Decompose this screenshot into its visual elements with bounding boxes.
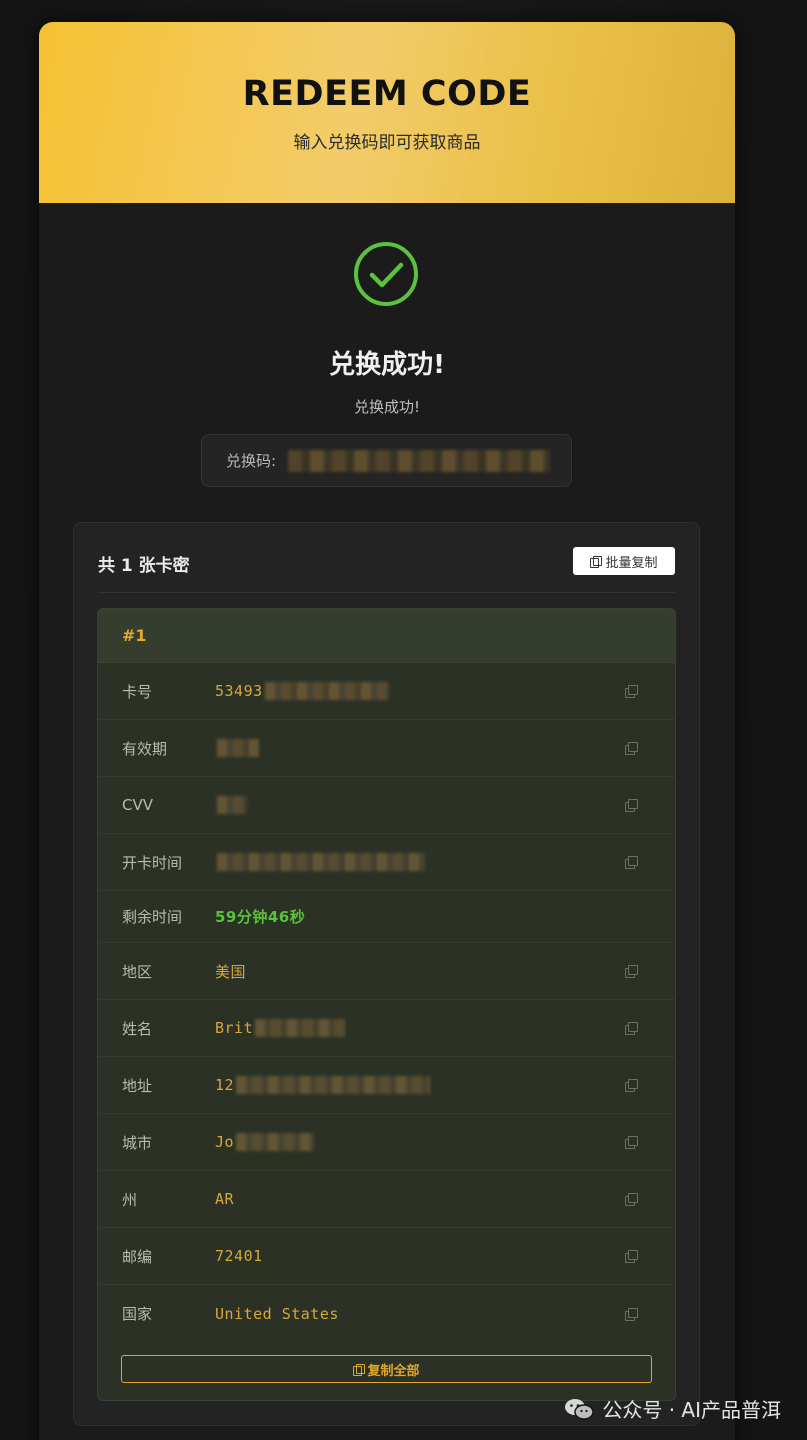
row-value-text: Brit bbox=[215, 1019, 254, 1037]
redacted-block bbox=[264, 682, 389, 700]
copy-all-label: 复制全部 bbox=[367, 1363, 420, 1379]
row-label: 邮编 bbox=[122, 1247, 153, 1266]
row-label: 开卡时间 bbox=[122, 853, 183, 872]
copy-icon bbox=[590, 555, 603, 568]
row-region: 地区 美国 bbox=[98, 943, 675, 1000]
row-label: 地址 bbox=[122, 1076, 153, 1095]
row-value bbox=[215, 739, 259, 757]
copy-icon[interactable] bbox=[625, 1136, 638, 1149]
redacted-block bbox=[217, 796, 247, 814]
redacted-block bbox=[236, 1076, 431, 1094]
row-label: 城市 bbox=[122, 1133, 153, 1152]
row-state: 州 AR bbox=[98, 1171, 675, 1228]
row-value-text: 12 bbox=[215, 1076, 235, 1094]
row-value-text: Jo bbox=[215, 1133, 235, 1151]
check-circle-icon bbox=[354, 242, 418, 306]
card-item-index: #1 bbox=[98, 609, 675, 663]
row-value bbox=[215, 796, 247, 814]
row-name: 姓名 Brit bbox=[98, 1000, 675, 1057]
row-value-text: 53493 bbox=[215, 682, 263, 700]
page-subtitle: 输入兑换码即可获取商品 bbox=[293, 133, 481, 153]
row-country: 国家 United States bbox=[98, 1285, 675, 1342]
row-remaining-time: 剩余时间 59分钟46秒 bbox=[98, 891, 675, 943]
card-item: #1 卡号 53493 有效期 CVV 开卡时间 剩余时间 59分钟46秒 地区… bbox=[97, 608, 676, 1401]
row-expiry: 有效期 bbox=[98, 720, 675, 777]
copy-icon[interactable] bbox=[625, 965, 638, 978]
redacted-block bbox=[236, 1133, 315, 1151]
batch-copy-button[interactable]: 批量复制 bbox=[573, 547, 675, 575]
copy-icon[interactable] bbox=[625, 1022, 638, 1035]
card-list-panel: 共 1 张卡密 批量复制 #1 卡号 53493 有效期 CVV 开卡时间 剩余… bbox=[73, 522, 700, 1426]
success-title: 兑换成功! bbox=[329, 350, 445, 380]
row-label: 姓名 bbox=[122, 1019, 153, 1038]
row-open-time: 开卡时间 bbox=[98, 834, 675, 891]
watermark-text: 公众号 · AI产品普洱 bbox=[602, 1398, 781, 1422]
page-title: REDEEM CODE bbox=[242, 74, 532, 114]
panel-title: 共 1 张卡密 bbox=[98, 556, 190, 576]
redacted-block bbox=[255, 1019, 346, 1037]
row-card-number: 卡号 53493 bbox=[98, 663, 675, 720]
row-city: 城市 Jo bbox=[98, 1114, 675, 1171]
row-cvv: CVV bbox=[98, 777, 675, 834]
row-value: 12 bbox=[215, 1076, 431, 1094]
row-value: Jo bbox=[215, 1133, 315, 1151]
copy-icon[interactable] bbox=[625, 856, 638, 869]
row-label: 卡号 bbox=[122, 682, 153, 701]
row-label: 地区 bbox=[122, 962, 153, 981]
row-value: Brit bbox=[215, 1019, 346, 1037]
row-value: 72401 bbox=[215, 1247, 263, 1265]
remaining-time-value: 59分钟46秒 bbox=[215, 908, 306, 926]
row-label: 国家 bbox=[122, 1305, 153, 1323]
row-label: CVV bbox=[122, 796, 153, 814]
header-banner: REDEEM CODE 输入兑换码即可获取商品 bbox=[39, 22, 735, 203]
row-value: United States bbox=[215, 1304, 339, 1323]
wechat-icon bbox=[565, 1398, 595, 1420]
code-value-redacted bbox=[288, 449, 551, 472]
row-label: 州 bbox=[122, 1190, 138, 1209]
copy-icon[interactable] bbox=[625, 1307, 638, 1321]
redacted-block bbox=[217, 739, 259, 757]
row-value: 美国 bbox=[215, 962, 247, 981]
row-label: 有效期 bbox=[122, 739, 168, 758]
watermark: 公众号 · AI产品普洱 bbox=[564, 1394, 781, 1423]
copy-icon bbox=[353, 1363, 366, 1376]
copy-icon[interactable] bbox=[625, 1193, 638, 1206]
row-address: 地址 12 bbox=[98, 1057, 675, 1114]
row-value bbox=[215, 853, 425, 871]
success-message: 兑换成功! bbox=[353, 398, 420, 416]
redeem-card: REDEEM CODE 输入兑换码即可获取商品 兑换成功! 兑换成功! 兑换码:… bbox=[39, 22, 735, 1440]
row-label: 剩余时间 bbox=[122, 908, 183, 926]
copy-icon[interactable] bbox=[625, 1079, 638, 1092]
copy-all-button[interactable]: 复制全部 bbox=[121, 1355, 652, 1383]
panel-header: 共 1 张卡密 批量复制 bbox=[98, 523, 675, 593]
batch-copy-label: 批量复制 bbox=[605, 555, 658, 571]
copy-icon[interactable] bbox=[625, 1250, 638, 1263]
code-label: 兑换码: bbox=[226, 452, 277, 470]
redeem-code-box: 兑换码: bbox=[201, 434, 572, 487]
copy-icon[interactable] bbox=[625, 799, 638, 812]
row-value: AR bbox=[215, 1190, 235, 1208]
row-zip: 邮编 72401 bbox=[98, 1228, 675, 1285]
copy-icon[interactable] bbox=[625, 685, 638, 698]
row-value: 53493 bbox=[215, 682, 389, 700]
copy-icon[interactable] bbox=[625, 742, 638, 755]
redacted-block bbox=[217, 853, 425, 871]
